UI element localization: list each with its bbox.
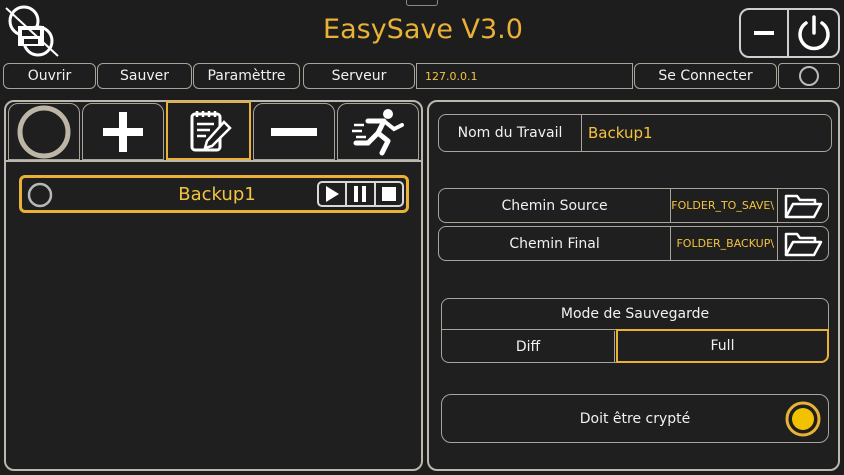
power-button[interactable] (790, 10, 838, 56)
minus-icon (271, 127, 317, 136)
source-browse-button[interactable] (777, 189, 828, 222)
remove-job-button[interactable] (253, 103, 335, 160)
mode-full-button[interactable]: Full (616, 329, 829, 363)
app-logo (4, 4, 60, 58)
folder-open-icon (784, 232, 823, 256)
open-button[interactable]: Ouvrir (3, 63, 96, 89)
circle-icon (17, 105, 71, 158)
target-path-field: Chemin Final \FOLDER_BACKUP (438, 226, 829, 261)
window-drag-handle[interactable] (406, 0, 438, 6)
job-name-label: Nom du Travail (439, 115, 582, 151)
stop-button[interactable] (376, 183, 402, 205)
running-man-icon (352, 108, 404, 155)
connection-status-indicator (778, 63, 840, 89)
status-circle-icon (799, 66, 819, 86)
job-name-field: Nom du Travail Backup1 (438, 114, 832, 152)
settings-button[interactable]: Paramèttre (193, 63, 300, 89)
list-item[interactable]: Backup1 (19, 175, 409, 213)
target-path-label: Chemin Final (439, 227, 672, 260)
server-address-value: 127.0.0.1 (425, 69, 478, 83)
edit-job-button[interactable] (166, 101, 251, 160)
source-path-input[interactable]: \FOLDER_TO_SAVE (671, 199, 777, 212)
job-controls (317, 181, 404, 207)
connect-button[interactable]: Se Connecter (634, 63, 777, 89)
run-all-button[interactable] (337, 103, 419, 160)
target-path-input[interactable]: \FOLDER_BACKUP (671, 237, 777, 250)
minimize-button[interactable] (741, 10, 789, 56)
target-browse-button[interactable] (777, 227, 828, 260)
job-name-input[interactable]: Backup1 (582, 115, 831, 151)
pause-icon (354, 186, 367, 202)
add-job-button[interactable] (82, 103, 164, 160)
edit-notepad-icon (190, 110, 232, 151)
pause-button[interactable] (347, 183, 376, 205)
play-icon (326, 186, 340, 202)
encrypt-toggle[interactable] (785, 401, 821, 437)
server-address-input[interactable]: 127.0.0.1 (416, 63, 633, 89)
folder-open-icon (784, 194, 823, 218)
encrypt-label: Doit être crypté (579, 411, 691, 427)
play-button[interactable] (319, 183, 348, 205)
stop-icon (381, 187, 396, 201)
toolbar-separator (6, 160, 421, 162)
encrypt-radio-icon (785, 401, 821, 437)
power-icon (798, 15, 830, 51)
minimize-icon (754, 31, 774, 35)
server-button[interactable]: Serveur (303, 63, 415, 89)
backup-mode-label: Mode de Sauvegarde (560, 306, 710, 322)
job-name: Backup1 (178, 184, 256, 205)
select-all-button[interactable] (8, 103, 80, 160)
app-title: EasySave V3.0 (323, 14, 523, 45)
job-select-circle-icon[interactable] (27, 182, 53, 208)
mode-diff-button[interactable]: Diff (442, 331, 615, 362)
source-path-field: Chemin Source \FOLDER_TO_SAVE (438, 188, 829, 223)
save-button[interactable]: Sauver (97, 63, 192, 89)
source-path-label: Chemin Source (439, 189, 672, 222)
plus-icon (103, 111, 143, 152)
